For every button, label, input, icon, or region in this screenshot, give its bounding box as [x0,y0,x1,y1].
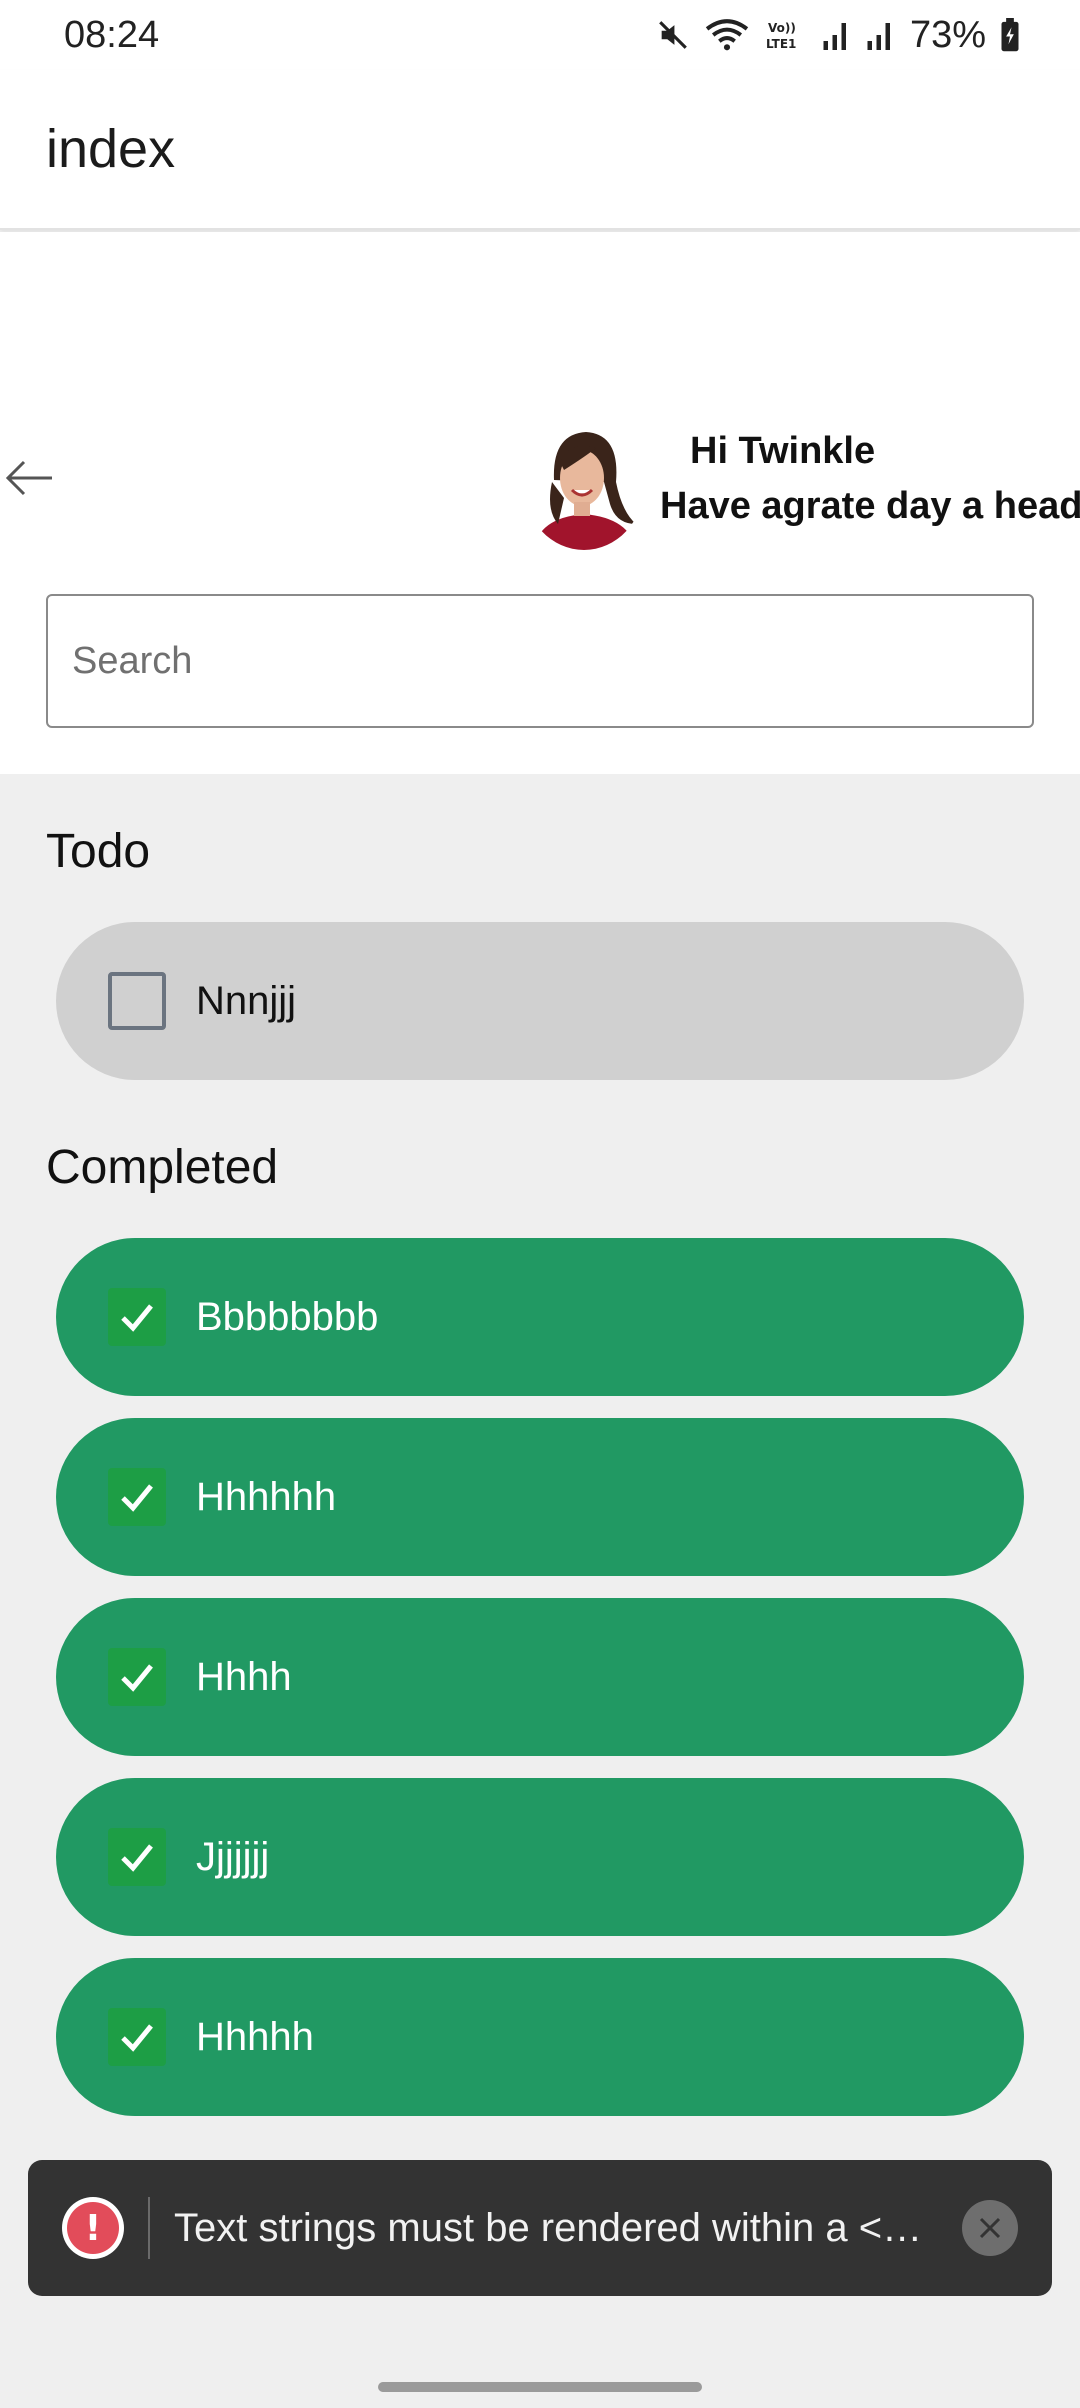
completed-item-label: Jjjjjjj [196,1834,270,1879]
search-field[interactable] [46,594,1034,728]
check-icon[interactable] [108,2008,166,2066]
todo-section-title: Todo [46,825,151,878]
mute-icon [656,18,690,52]
greeting-name: Hi Twinkle [690,430,876,472]
search-input[interactable] [72,639,1032,683]
completed-item-label: Hhhh [196,1654,292,1699]
signal-icon [822,18,852,52]
todo-item-label: Nnnjjj [196,978,297,1023]
page-title: index [46,119,176,179]
completed-item-label: Hhhhh [196,2014,314,2059]
avatar [524,420,644,550]
signal-icon [866,18,896,52]
check-icon[interactable] [108,1288,166,1346]
error-toast[interactable]: ! Text strings must be rendered within a… [28,2160,1052,2296]
completed-item[interactable]: Hhhhhh [56,1418,1024,1576]
completed-section-title: Completed [46,1141,279,1194]
battery-percent: 73% [909,13,986,56]
error-icon: ! [62,2197,124,2259]
completed-item-label: Bbbbbbbb [196,1294,379,1339]
completed-item[interactable]: Bbbbbbbb [56,1238,1024,1396]
svg-text:Vo)): Vo)) [768,21,796,35]
app-header: index [0,70,1080,230]
unchecked-checkbox-icon[interactable] [108,972,166,1030]
volte-icon: Vo)) LTE1 [764,18,808,52]
svg-text:LTE1: LTE1 [766,37,796,51]
back-arrow-icon[interactable] [4,452,56,504]
status-bar: 08:24 Vo)) LTE1 73% [0,0,1080,70]
completed-item[interactable]: Hhhhh [56,1958,1024,2116]
check-icon[interactable] [108,1828,166,1886]
battery-icon [1000,18,1020,52]
completed-item-label: Hhhhhh [196,1474,337,1519]
wifi-icon [704,18,750,52]
greeting-message: Have agrate day a head [660,485,1080,527]
home-indicator[interactable] [378,2382,702,2392]
close-icon[interactable] [962,2200,1018,2256]
status-time: 08:24 [64,13,160,56]
status-icons: Vo)) LTE1 73% [656,14,1020,57]
completed-item[interactable]: Hhhh [56,1598,1024,1756]
toast-message: Text strings must be rendered within a <… [174,2205,934,2250]
toast-divider [148,2197,150,2259]
check-icon[interactable] [108,1468,166,1526]
check-icon[interactable] [108,1648,166,1706]
completed-item[interactable]: Jjjjjjj [56,1778,1024,1936]
todo-item[interactable]: Nnnjjj [56,922,1024,1080]
